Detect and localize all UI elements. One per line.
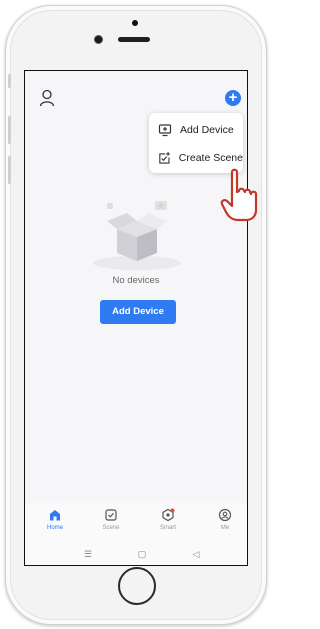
side-button	[8, 156, 11, 184]
add-device-button[interactable]: Add Device	[100, 300, 176, 324]
smart-icon	[162, 508, 175, 522]
app-screen: + Add Device Create Scene No devices Add…	[24, 70, 248, 566]
side-button	[8, 74, 11, 88]
empty-state-message: No devices	[112, 275, 160, 286]
create-scene-icon	[159, 152, 170, 164]
tab-label: Scene	[102, 525, 120, 531]
tab-scene[interactable]: Scene	[89, 508, 133, 531]
bottom-tab-bar: Home Scene Smart Me	[25, 503, 247, 543]
add-device-icon	[158, 124, 172, 137]
empty-box-illustration	[93, 201, 181, 270]
menu-item-label: Create Scene	[178, 152, 243, 164]
add-dropdown-menu: Add Device Create Scene	[149, 113, 243, 173]
back-nav-icon[interactable]: ◁	[190, 548, 202, 560]
tab-label: Smart	[159, 525, 176, 531]
scene-icon	[105, 509, 117, 521]
add-plus-button[interactable]: +	[225, 90, 241, 106]
home-hardware-button[interactable]	[118, 567, 156, 605]
tab-home[interactable]: Home	[33, 508, 77, 531]
system-nav-bar: ☰ ▢ ◁	[25, 543, 247, 565]
home-nav-icon[interactable]: ▢	[136, 548, 148, 560]
menu-item-label: Add Device	[180, 124, 234, 136]
menu-item-add-device[interactable]: Add Device	[149, 116, 243, 144]
earpiece-speaker	[118, 37, 150, 42]
tab-label: Home	[46, 525, 63, 531]
user-profile-icon[interactable]	[39, 89, 55, 107]
side-button	[8, 116, 11, 144]
home-icon	[50, 510, 60, 521]
tab-smart[interactable]: Smart	[146, 508, 190, 531]
tab-label: Me	[220, 525, 230, 531]
tab-me[interactable]: Me	[203, 508, 247, 531]
front-camera-dot	[132, 20, 138, 26]
notification-badge	[170, 508, 175, 513]
front-camera	[95, 36, 102, 43]
menu-nav-icon[interactable]: ☰	[82, 548, 94, 560]
me-icon	[218, 508, 232, 522]
pointing-hand-icon	[220, 168, 258, 222]
